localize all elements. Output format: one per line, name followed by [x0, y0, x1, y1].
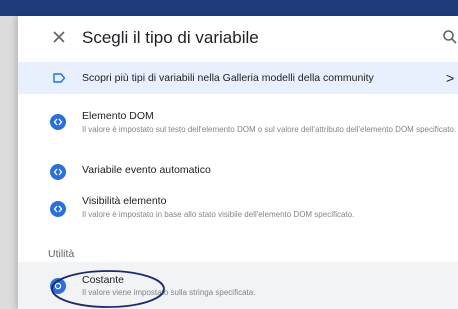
- dialog-title: Scegli il tipo di variabile: [82, 28, 259, 47]
- highlight-ellipse: [51, 270, 165, 308]
- dialog-header: Scegli il tipo di variabile: [18, 16, 458, 60]
- item-name: Elemento DOM: [82, 110, 154, 122]
- banner-text: Scopri più tipi di variabili nella Galle…: [82, 72, 374, 84]
- code-circle-icon: [50, 114, 66, 130]
- variable-type-dom-element[interactable]: Elemento DOM Il valore è impostato sul t…: [18, 108, 458, 148]
- chevron-right-icon: >: [446, 70, 455, 86]
- background-area: [0, 16, 18, 309]
- item-name: Variabile evento automatico: [82, 164, 211, 176]
- top-bar: [0, 0, 458, 16]
- code-circle-icon: [50, 164, 66, 180]
- section-heading-utilities: Utilità: [48, 248, 75, 260]
- community-gallery-banner[interactable]: Scopri più tipi di variabili nella Galle…: [18, 62, 458, 94]
- tag-outline-icon: [52, 71, 66, 85]
- variable-type-element-visibility[interactable]: Visibilità elemento Il valore è impostat…: [18, 193, 458, 229]
- variable-type-auto-event[interactable]: Variabile evento automatico: [18, 160, 458, 184]
- variable-type-dialog: Scegli il tipo di variabile Scopri più t…: [18, 16, 458, 309]
- close-icon[interactable]: [50, 28, 68, 46]
- code-circle-icon: [50, 201, 66, 217]
- item-description: Il valore è impostato in base allo stato…: [82, 210, 355, 219]
- search-icon[interactable]: [442, 29, 458, 45]
- item-name: Visibilità elemento: [82, 195, 167, 207]
- item-description: Il valore è impostato sul testo dell'ele…: [82, 125, 457, 134]
